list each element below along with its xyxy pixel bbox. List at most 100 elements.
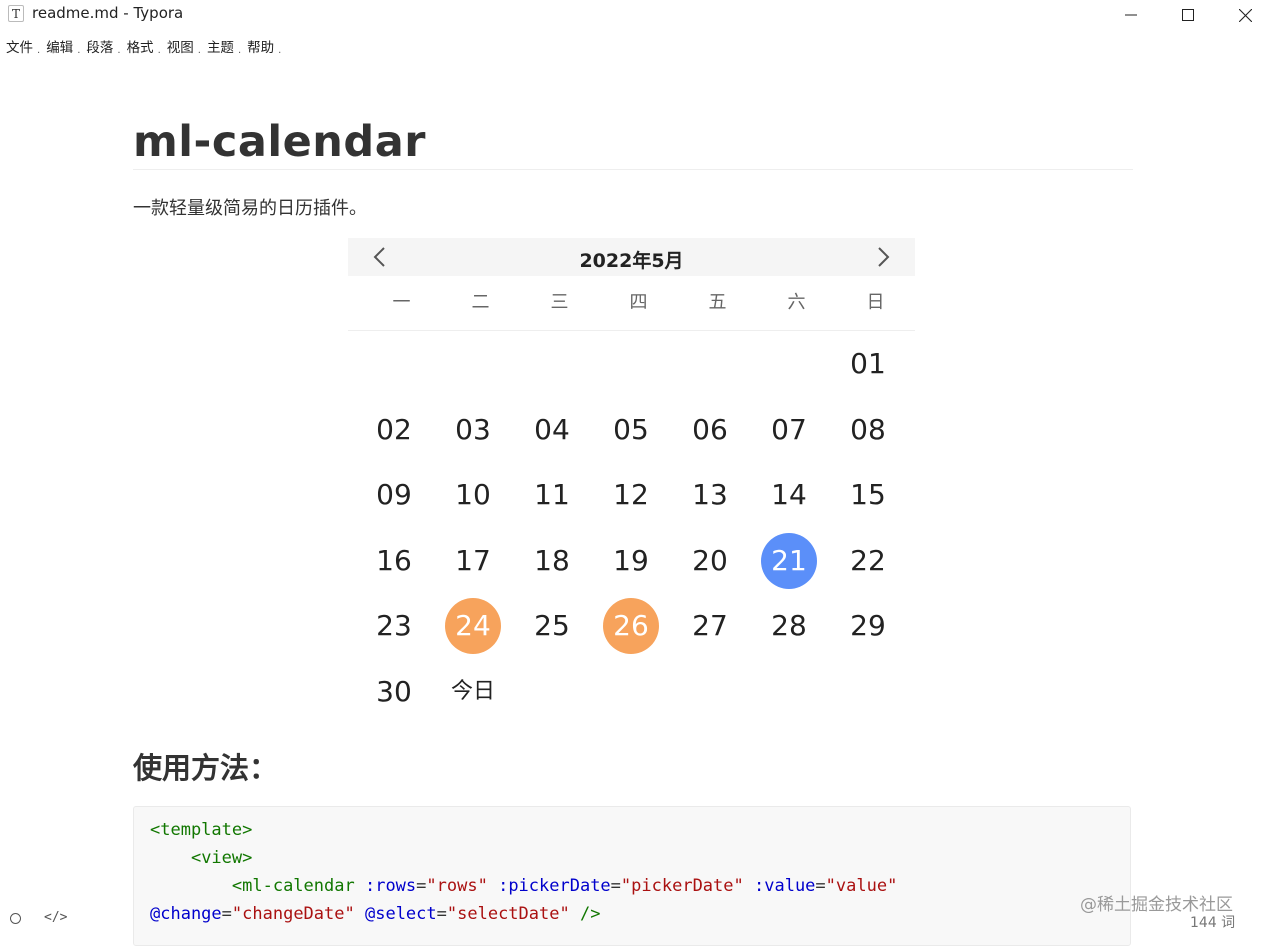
- calendar-day[interactable]: 16: [366, 533, 422, 589]
- calendar-day[interactable]: 07: [761, 402, 817, 458]
- code-line: <view>: [134, 844, 1130, 872]
- title-bar: T readme.md - Typora: [0, 0, 1266, 30]
- typora-app-icon: T: [8, 5, 24, 22]
- code-token: =: [416, 876, 427, 896]
- code-token: :value: [754, 876, 816, 896]
- weekday-row: 一 二 三 四 五 六 日: [348, 276, 915, 331]
- calendar-day[interactable]: 14: [761, 467, 817, 523]
- code-token: <ml-calendar: [231, 876, 355, 896]
- weekday-label: 五: [708, 292, 727, 313]
- calendar-day[interactable]: 28: [761, 598, 817, 654]
- code-token: "pickerDate": [620, 876, 744, 896]
- calendar-day[interactable]: 08: [840, 402, 896, 458]
- maximize-icon: [1182, 9, 1194, 21]
- weekday-label: 六: [787, 292, 806, 313]
- calendar-day-grid: 01 02 03 04 05 06 07 08 09 10 11 12 13 14 15 16 17 18 19 20…: [348, 331, 915, 711]
- menu-view[interactable]: 视图.: [161, 34, 201, 56]
- calendar-day[interactable]: 27: [682, 598, 738, 654]
- code-token: "rows": [426, 876, 488, 896]
- close-button[interactable]: [1222, 0, 1266, 30]
- code-token: <template>: [150, 820, 253, 840]
- code-token: <view>: [190, 848, 253, 868]
- code-token: =: [436, 904, 447, 924]
- calendar-day[interactable]: 20: [682, 533, 738, 589]
- calendar-day[interactable]: 04: [524, 402, 580, 458]
- window-title: readme.md - Typora: [32, 4, 184, 22]
- today-button[interactable]: 今日: [445, 664, 501, 720]
- calendar-preview-image: 2022年5月 一 二 三 四 五 六 日 01 02 03 04 05 06 07 08 09…: [348, 238, 915, 711]
- code-block[interactable]: <template> <view> <ml-calendar :rows="ro…: [133, 806, 1131, 946]
- code-line: <ml-calendar :rows="rows" :pickerDate="p…: [134, 872, 1130, 900]
- usage-heading: 使用方法：: [133, 751, 279, 785]
- source-mode-toggle[interactable]: </>: [44, 910, 67, 925]
- code-token: =: [610, 876, 621, 896]
- calendar-day[interactable]: 13: [682, 467, 738, 523]
- calendar-day[interactable]: 03: [445, 402, 501, 458]
- calendar-day[interactable]: 18: [524, 533, 580, 589]
- calendar-day[interactable]: 05: [603, 402, 659, 458]
- calendar-day[interactable]: 10: [445, 467, 501, 523]
- code-token: "changeDate": [231, 904, 355, 924]
- menu-file[interactable]: 文件.: [0, 34, 40, 56]
- minimize-icon: [1125, 14, 1137, 16]
- calendar-day[interactable]: 15: [840, 467, 896, 523]
- calendar-day[interactable]: 29: [840, 598, 896, 654]
- outline-toggle-icon[interactable]: [10, 913, 21, 924]
- code-token: />: [579, 904, 601, 924]
- calendar-day[interactable]: 21: [761, 532, 817, 589]
- code-token: @change: [150, 904, 222, 924]
- menu-bar: 文件. 编辑. 段落. 格式. 视图. 主题. 帮助.: [0, 34, 281, 56]
- intro-paragraph: 一款轻量级简易的日历插件。: [133, 198, 367, 219]
- calendar-day[interactable]: 26: [603, 598, 659, 654]
- calendar-day[interactable]: 09: [366, 467, 422, 523]
- code-token: :pickerDate: [498, 876, 611, 896]
- close-icon: [1238, 8, 1252, 22]
- calendar-day[interactable]: 12: [603, 467, 659, 523]
- calendar-day[interactable]: 30: [366, 664, 422, 720]
- calendar-day[interactable]: 25: [524, 598, 580, 654]
- heading-divider: [133, 169, 1133, 170]
- code-token: "selectDate": [446, 904, 570, 924]
- code-line: @change="changeDate" @select="selectDate…: [134, 900, 1130, 928]
- calendar-day[interactable]: 24: [445, 598, 501, 654]
- calendar-day[interactable]: 01: [840, 336, 896, 392]
- minimize-button[interactable]: [1108, 0, 1154, 30]
- calendar-day[interactable]: 17: [445, 533, 501, 589]
- code-token: :rows: [364, 876, 417, 896]
- weekday-label: 四: [629, 292, 648, 313]
- calendar-day[interactable]: 23: [366, 598, 422, 654]
- menu-paragraph[interactable]: 段落.: [80, 34, 120, 56]
- calendar-day[interactable]: 06: [682, 402, 738, 458]
- doc-title: ml-calendar: [133, 117, 426, 167]
- weekday-label: 二: [471, 292, 490, 313]
- calendar-day[interactable]: 19: [603, 533, 659, 589]
- weekday-label: 三: [550, 292, 569, 313]
- weekday-label: 日: [866, 292, 885, 313]
- calendar-day[interactable]: 22: [840, 533, 896, 589]
- chevron-right-icon: [878, 247, 890, 267]
- code-token: "value": [825, 876, 898, 896]
- code-line: <template>: [134, 816, 1130, 844]
- menu-help[interactable]: 帮助.: [241, 34, 281, 56]
- code-token: @select: [364, 904, 437, 924]
- code-token: =: [815, 876, 826, 896]
- menu-edit[interactable]: 编辑.: [40, 34, 80, 56]
- calendar-day[interactable]: 02: [366, 402, 422, 458]
- code-token: =: [221, 904, 232, 924]
- editor-content[interactable]: ml-calendar 一款轻量级简易的日历插件。 2022年5月 一 二 三 …: [133, 100, 1133, 946]
- calendar-month-title: 2022年5月: [579, 250, 684, 272]
- maximize-button[interactable]: [1165, 0, 1211, 30]
- menu-format[interactable]: 格式.: [121, 34, 161, 56]
- menu-theme[interactable]: 主题.: [201, 34, 241, 56]
- weekday-label: 一: [392, 292, 411, 313]
- calendar-day[interactable]: 11: [524, 467, 580, 523]
- calendar-header: 2022年5月: [348, 238, 915, 276]
- word-count[interactable]: 144 词: [1190, 912, 1235, 932]
